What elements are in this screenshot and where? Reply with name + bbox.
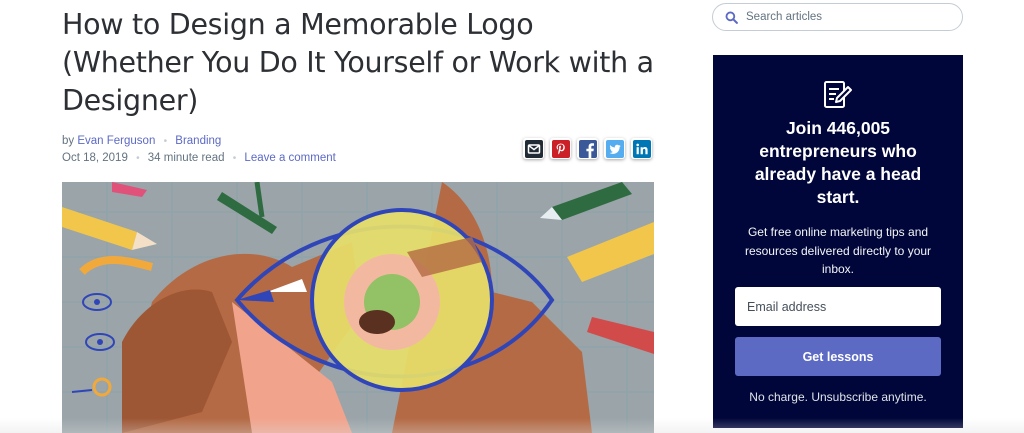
leave-comment-link[interactable]: Leave a comment [244,152,335,164]
meta-separator: • [232,153,237,164]
share-twitter-button[interactable] [604,138,625,159]
byline-prefix: by [62,135,75,147]
search-input[interactable] [744,10,948,24]
email-field[interactable] [735,287,941,326]
article-meta: by Evan Ferguson • Branding Oct 18, 2019… [62,133,336,167]
pinterest-icon [551,139,570,158]
linkedin-icon [632,139,651,158]
pencil-notepad-icon [824,81,852,108]
article-title: How to Design a Memorable Logo (Whether … [62,8,654,117]
share-linkedin-button[interactable] [631,138,652,159]
read-time: 34 minute read [147,152,225,164]
author-link[interactable]: Evan Ferguson [77,135,155,147]
meta-separator: • [163,136,168,147]
meta-separator: • [136,153,140,164]
search-icon [725,11,738,24]
share-facebook-button[interactable] [577,138,598,159]
category-link[interactable]: Branding [175,135,221,147]
promo-note: No charge. Unsubscribe anytime. [749,390,927,404]
newsletter-signup-panel: Join 446,005 entrepreneurs who already h… [713,55,963,428]
twitter-icon [605,139,624,158]
hero-illustration [62,182,654,433]
share-pinterest-button[interactable] [550,138,571,159]
eye-magnifier-illustration [62,182,654,433]
get-lessons-button[interactable]: Get lessons [735,337,941,376]
share-email-button[interactable] [523,138,544,159]
share-buttons [523,138,652,159]
promo-description: Get free online marketing tips and resou… [744,225,932,276]
email-icon [524,139,543,158]
facebook-icon [578,139,597,158]
search-bar[interactable] [712,3,963,31]
publish-date: Oct 18, 2019 [62,152,128,164]
promo-heading: Join 446,005 entrepreneurs who already h… [754,118,922,207]
